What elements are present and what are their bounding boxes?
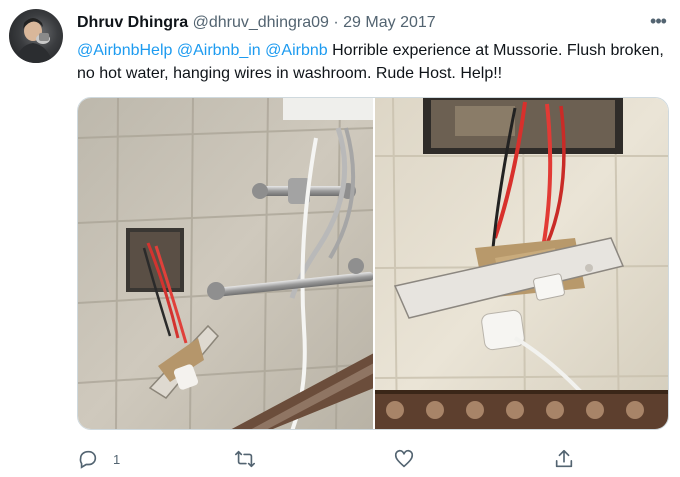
tweet-actions: 1 xyxy=(77,446,667,472)
mention-airbnb[interactable]: @Airbnb xyxy=(265,42,328,59)
tweet-text: @AirbnbHelp @Airbnb_in @Airbnb Horrible … xyxy=(77,39,667,85)
reply-button[interactable]: 1 xyxy=(77,446,120,472)
more-icon[interactable]: ••• xyxy=(646,10,670,34)
reply-count: 1 xyxy=(113,451,121,467)
photo-hanging-wires-closeup[interactable] xyxy=(375,98,668,429)
retweet-icon xyxy=(233,448,257,470)
mention-airbnb-in[interactable]: @Airbnb_in xyxy=(177,42,261,59)
tweet-card[interactable]: Dhruv Dhingra @dhruv_dhingra09 · 29 May … xyxy=(0,0,680,477)
display-name[interactable]: Dhruv Dhingra xyxy=(77,14,188,31)
like-icon xyxy=(393,448,415,470)
photo-broken-switchboard[interactable] xyxy=(78,98,373,429)
media-grid xyxy=(77,97,669,430)
reply-icon xyxy=(77,448,99,470)
tweet-date[interactable]: 29 May 2017 xyxy=(343,14,436,31)
retweet-button[interactable] xyxy=(233,446,271,472)
share-icon xyxy=(553,448,575,470)
share-button[interactable] xyxy=(553,446,575,472)
tweet-header: Dhruv Dhingra @dhruv_dhingra09 · 29 May … xyxy=(77,13,436,33)
mention-airbnbhelp[interactable]: @AirbnbHelp xyxy=(77,42,172,59)
avatar[interactable] xyxy=(9,9,63,63)
user-handle[interactable]: @dhruv_dhingra09 xyxy=(193,14,329,31)
like-button[interactable] xyxy=(393,446,429,472)
separator-dot: · xyxy=(333,14,339,31)
